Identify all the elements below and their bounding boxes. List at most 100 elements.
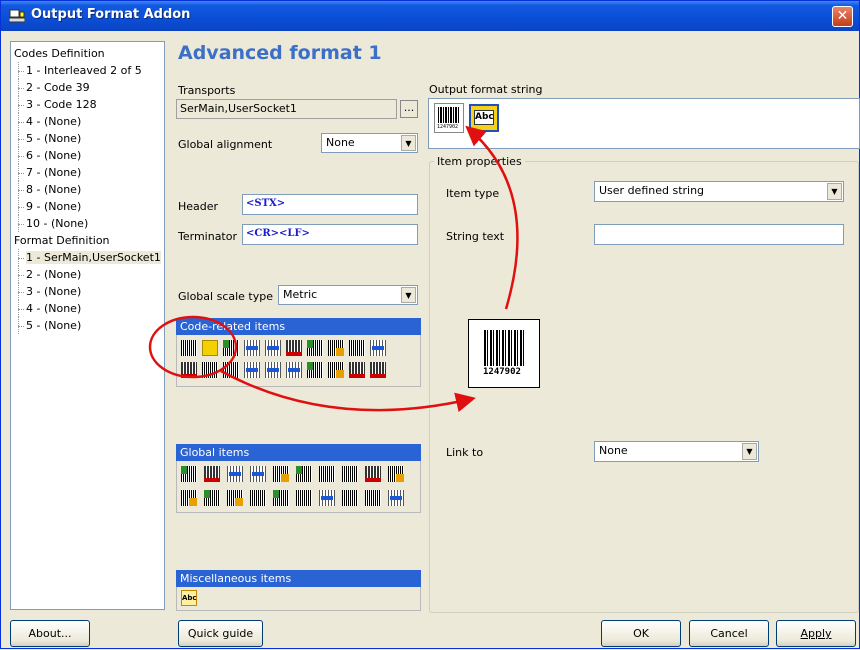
barcode-length-icon[interactable] — [286, 340, 302, 356]
barcode-text2-icon[interactable] — [223, 362, 239, 378]
about-button[interactable]: About... — [10, 620, 90, 647]
barcode-scan-icon[interactable] — [307, 362, 323, 378]
global-scale-label: Global scale type — [178, 290, 273, 303]
tree-item-format[interactable]: 2 - (None) — [14, 266, 164, 283]
transports-label: Transports — [178, 84, 236, 97]
barcode-12-icon[interactable] — [349, 362, 365, 378]
abc-token-selected[interactable]: Abc — [468, 103, 500, 133]
output-format-addon-window: Output Format Addon ✕ Codes Definition 1… — [0, 0, 860, 649]
global-alignment-select[interactable]: None ▼ — [321, 133, 418, 153]
output-format-string[interactable]: 1247902 Abc — [428, 98, 860, 149]
tree-item-format[interactable]: 5 - (None) — [14, 317, 164, 334]
transports-browse-button[interactable]: ... — [400, 100, 418, 118]
tree-item-code[interactable]: 5 - (None) — [14, 130, 164, 147]
tree-item-code[interactable]: 1 - Interleaved 2 of 5 — [14, 62, 164, 79]
global-item-icon[interactable] — [227, 490, 243, 506]
barcode-direction-icon[interactable] — [307, 340, 323, 356]
global-item-icon[interactable] — [250, 490, 266, 506]
apply-button[interactable]: Apply — [776, 620, 856, 647]
global-items-panel — [176, 461, 421, 513]
global-alignment-value: None — [326, 136, 355, 149]
terminator-field[interactable]: <CR><LF> — [242, 224, 418, 245]
code-related-items-header: Code-related items — [176, 318, 421, 335]
barcode-pallet-icon[interactable] — [328, 362, 344, 378]
abc-item-icon[interactable]: Abc — [181, 590, 197, 606]
global-item-icon[interactable] — [365, 490, 381, 506]
barcode-x-icon[interactable] — [286, 362, 302, 378]
sum-icon[interactable] — [244, 340, 260, 356]
global-item-icon[interactable] — [273, 466, 289, 482]
barcode-data-icon[interactable] — [181, 340, 197, 356]
tree-item-format-selected[interactable]: 1 - SerMain,UserSocket1 — [14, 249, 164, 266]
transports-field[interactable]: SerMain,UserSocket1 — [176, 99, 397, 119]
barcode-width-icon[interactable] — [370, 340, 386, 356]
global-item-icon[interactable] — [181, 490, 197, 506]
global-items-header: Global items — [176, 444, 421, 461]
cancel-button[interactable]: Cancel — [689, 620, 769, 647]
barcode-selected-icon[interactable] — [202, 340, 218, 356]
barcode-id-icon[interactable] — [349, 340, 365, 356]
global-item-icon[interactable] — [181, 466, 197, 482]
barcode-count-icon[interactable] — [265, 340, 281, 356]
global-scale-value: Metric — [283, 288, 318, 301]
chevron-down-icon[interactable]: ▼ — [401, 287, 416, 303]
barcode-scale-icon[interactable] — [328, 340, 344, 356]
page-title: Advanced format 1 — [178, 42, 382, 64]
global-item-icon[interactable] — [204, 466, 220, 482]
tree-item-code[interactable]: 2 - Code 39 — [14, 79, 164, 96]
global-item-icon[interactable] — [342, 490, 358, 506]
global-item-icon[interactable] — [296, 466, 312, 482]
global-item-icon[interactable] — [319, 490, 335, 506]
global-item-icon[interactable] — [388, 466, 404, 482]
tree-item-code[interactable]: 10 - (None) — [14, 215, 164, 232]
link-to-value: None — [599, 444, 628, 457]
tree-item-code[interactable]: 9 - (None) — [14, 198, 164, 215]
tree-item-code[interactable]: 3 - Code 128 — [14, 96, 164, 113]
ok-button[interactable]: OK — [601, 620, 681, 647]
barcode-icon — [484, 330, 526, 366]
global-max-icon[interactable] — [342, 466, 358, 482]
chevron-down-icon[interactable]: ▼ — [742, 443, 757, 460]
link-to-select[interactable]: None ▼ — [594, 441, 759, 462]
abc-token-label: Abc — [474, 110, 494, 125]
barcode-k-icon[interactable] — [244, 362, 260, 378]
barcode-text-icon[interactable] — [202, 362, 218, 378]
barcode-symbology-icon[interactable] — [223, 340, 239, 356]
global-sum-icon[interactable] — [227, 466, 243, 482]
definition-tree[interactable]: Codes Definition 1 - Interleaved 2 of 5 … — [10, 41, 165, 610]
item-type-value: User defined string — [599, 184, 705, 197]
chevron-down-icon[interactable]: ▼ — [827, 183, 842, 200]
title-bar[interactable]: Output Format Addon ✕ — [1, 1, 859, 31]
tree-item-code[interactable]: 6 - (None) — [14, 147, 164, 164]
global-item-icon[interactable] — [204, 490, 220, 506]
global-item-icon[interactable] — [365, 466, 381, 482]
close-button[interactable]: ✕ — [832, 6, 853, 27]
string-text-field[interactable] — [594, 224, 844, 245]
misc-items-header: Miscellaneous items — [176, 570, 421, 587]
global-item-icon[interactable] — [273, 490, 289, 506]
global-item-icon[interactable] — [388, 490, 404, 506]
terminator-label: Terminator — [178, 230, 237, 243]
barcode-token-number: 1247902 — [437, 124, 459, 130]
tree-item-code[interactable]: 8 - (None) — [14, 181, 164, 198]
tree-root-codes[interactable]: Codes Definition — [14, 45, 164, 62]
quick-guide-button[interactable]: Quick guide — [178, 620, 263, 647]
tree-root-format[interactable]: Format Definition — [14, 232, 164, 249]
barcode-kx-icon[interactable] — [265, 362, 281, 378]
barcode-first-icon[interactable] — [181, 362, 197, 378]
global-item-icon[interactable] — [296, 490, 312, 506]
tree-item-code[interactable]: 7 - (None) — [14, 164, 164, 181]
global-alignment-label: Global alignment — [178, 138, 273, 151]
barcode-red-icon[interactable] — [370, 362, 386, 378]
tree-item-format[interactable]: 3 - (None) — [14, 283, 164, 300]
tree-item-format[interactable]: 4 - (None) — [14, 300, 164, 317]
header-field[interactable]: <STX> — [242, 194, 418, 215]
tree-item-code[interactable]: 4 - (None) — [14, 113, 164, 130]
global-min-icon[interactable] — [319, 466, 335, 482]
global-count-icon[interactable] — [250, 466, 266, 482]
link-to-label: Link to — [446, 446, 484, 459]
item-type-select[interactable]: User defined string ▼ — [594, 181, 844, 202]
chevron-down-icon[interactable]: ▼ — [401, 135, 416, 151]
global-scale-select[interactable]: Metric ▼ — [278, 285, 418, 305]
barcode-token-icon[interactable]: 1247902 — [434, 103, 464, 133]
